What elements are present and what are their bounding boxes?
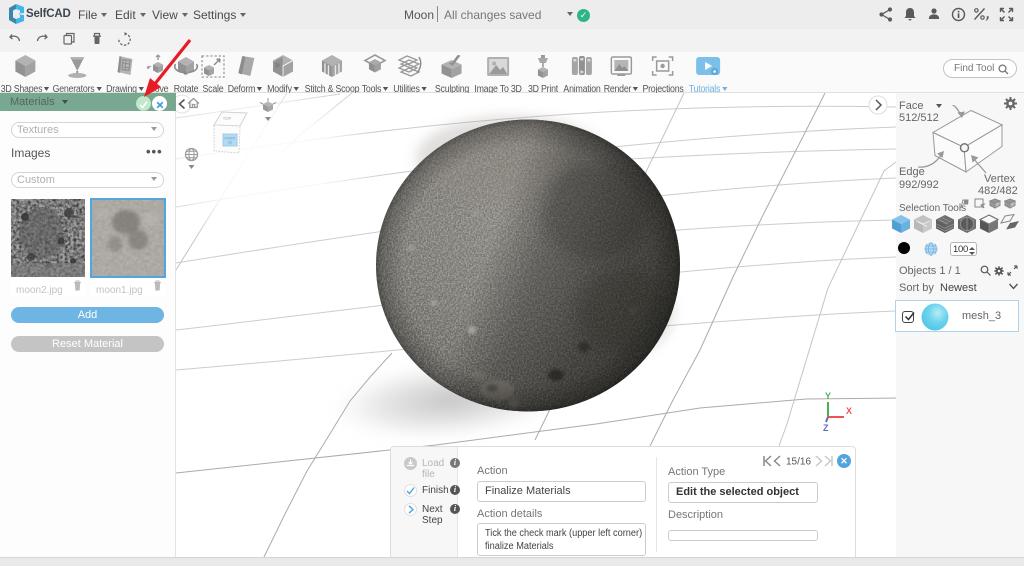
svg-text:15/16: 15/16: [786, 457, 811, 468]
svg-text:TOP: TOP: [223, 116, 232, 121]
svg-text:X: X: [846, 406, 852, 416]
svg-text:Y: Y: [825, 391, 831, 401]
svg-text:(0): (0): [228, 141, 232, 145]
svg-text:Z: Z: [823, 423, 829, 433]
